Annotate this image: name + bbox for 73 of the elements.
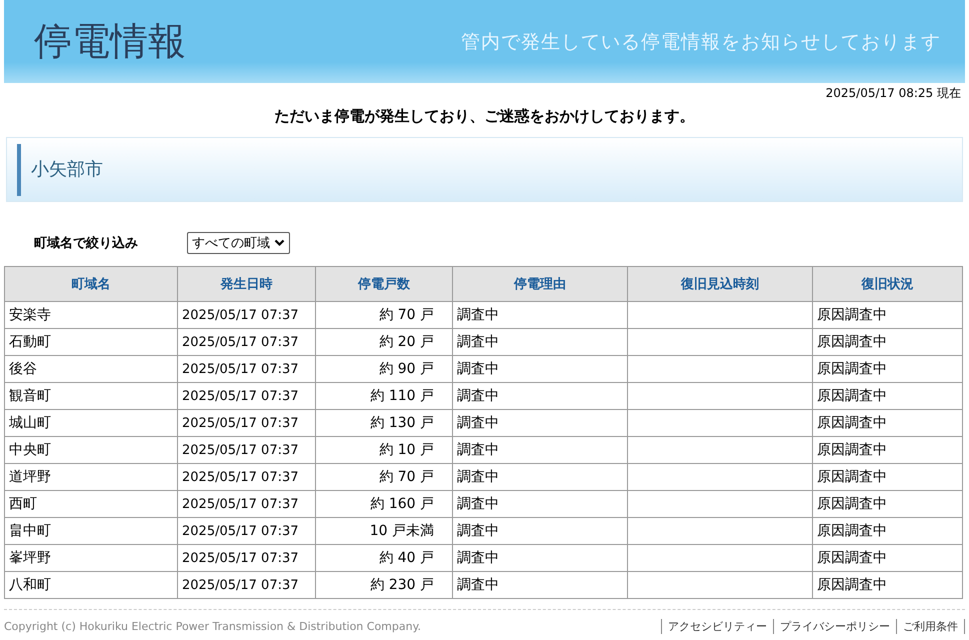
table-cell: 2025/05/17 07:37 xyxy=(182,442,299,458)
table-cell: 2025/05/17 07:37 xyxy=(182,308,299,322)
table-cell: 2025/05/17 07:37 xyxy=(182,416,299,430)
city-name: 小矢部市 xyxy=(17,144,103,196)
table-cell: 約 130 戸 xyxy=(370,415,434,431)
footer-link[interactable]: ご利用条件 xyxy=(896,618,964,634)
table-cell: 2025/05/17 07:37 xyxy=(182,388,299,404)
table-cell: 観音町 xyxy=(9,388,51,404)
filter-label: 町域名で絞り込み xyxy=(34,234,139,252)
table-cell: 原因調査中 xyxy=(817,415,887,431)
table-cell: 西町 xyxy=(9,496,37,512)
table-cell: 調査中 xyxy=(457,388,499,404)
notice-text: ただいま停電が発生しており、ご迷惑をおかけしております。 xyxy=(274,107,694,125)
table-cell: 2025/05/17 07:37 xyxy=(182,578,299,592)
table-cell: 約 70 戸 xyxy=(379,307,434,323)
table-cell: 調査中 xyxy=(457,550,499,566)
table-cell: 調査中 xyxy=(457,469,499,485)
table-cell: 城山町 xyxy=(9,415,51,431)
table-cell: 畠中町 xyxy=(9,523,51,539)
table-cell: 原因調査中 xyxy=(817,334,887,350)
table-cell: 約 90 戸 xyxy=(379,361,434,377)
table-cell: 原因調査中 xyxy=(817,361,887,377)
table-cell: 道坪野 xyxy=(9,469,51,485)
column-header: 停電理由 xyxy=(452,266,628,302)
table-cell: 2025/05/17 07:37 xyxy=(182,470,299,484)
table-cell: 2025/05/17 07:37 xyxy=(182,496,299,512)
table-cell: 2025/05/17 07:37 xyxy=(182,362,299,376)
column-header: 発生日時 xyxy=(178,266,316,302)
table-cell: 原因調査中 xyxy=(817,496,887,512)
table-cell: 原因調査中 xyxy=(817,442,887,458)
table-cell: 10 戸未満 xyxy=(370,523,434,539)
table-cell: 約 160 戸 xyxy=(370,496,434,512)
table-cell: 調査中 xyxy=(457,523,499,539)
area-dropdown[interactable]: すべての町域 xyxy=(187,232,290,254)
table-cell: 原因調査中 xyxy=(817,469,887,485)
copyright-text: Copyright (c) Hokuriku Electric Power Transmission & Distribution Company. xyxy=(4,620,422,632)
table-cell: 安楽寺 xyxy=(9,307,51,323)
table-cell: 調査中 xyxy=(457,442,499,458)
table-cell: 調査中 xyxy=(457,307,499,323)
table-cell: 調査中 xyxy=(457,361,499,377)
table-cell: 原因調査中 xyxy=(817,307,887,323)
column-header: 停電戸数 xyxy=(316,266,452,302)
chevron-down-icon xyxy=(274,239,285,247)
table-cell: 約 10 戸 xyxy=(379,442,434,458)
table-cell: 調査中 xyxy=(457,496,499,512)
table-cell: 約 40 戸 xyxy=(379,550,434,566)
footer-link[interactable]: アクセシビリティー xyxy=(661,618,773,634)
table-cell: 原因調査中 xyxy=(817,577,887,593)
table-cell: 調査中 xyxy=(457,577,499,593)
table-cell: 峯坪野 xyxy=(9,550,51,566)
table-cell: 調査中 xyxy=(457,415,499,431)
page-title: 停電情報 xyxy=(34,18,186,65)
table-cell: 八和町 xyxy=(9,577,51,593)
table-cell: 原因調査中 xyxy=(817,388,887,404)
table-cell: 2025/05/17 07:37 xyxy=(182,550,299,566)
table-cell: 約 110 戸 xyxy=(370,388,434,404)
table-cell: 後谷 xyxy=(9,361,37,377)
update-timestamp: 2025/05/17 08:25 現在 xyxy=(826,86,961,100)
column-header: 町域名 xyxy=(4,266,178,302)
table-cell: 約 20 戸 xyxy=(379,334,434,350)
table-cell: 約 230 戸 xyxy=(370,577,434,593)
table-cell: 2025/05/17 07:37 xyxy=(182,334,299,350)
table-cell: 2025/05/17 07:37 xyxy=(182,524,299,538)
table-cell: 調査中 xyxy=(457,334,499,350)
table-cell: 約 70 戸 xyxy=(379,469,434,485)
table-cell: 原因調査中 xyxy=(817,550,887,566)
table-cell: 石動町 xyxy=(9,334,51,350)
table-cell: 中央町 xyxy=(9,442,51,458)
page-subtitle: 管内で発生している停電情報をお知らせしております xyxy=(461,30,941,54)
column-header: 復旧状況 xyxy=(812,266,962,302)
footer-link[interactable]: プライバシーポリシー xyxy=(773,618,896,634)
table-cell: 原因調査中 xyxy=(817,523,887,539)
column-header: 復旧見込時刻 xyxy=(628,266,812,302)
